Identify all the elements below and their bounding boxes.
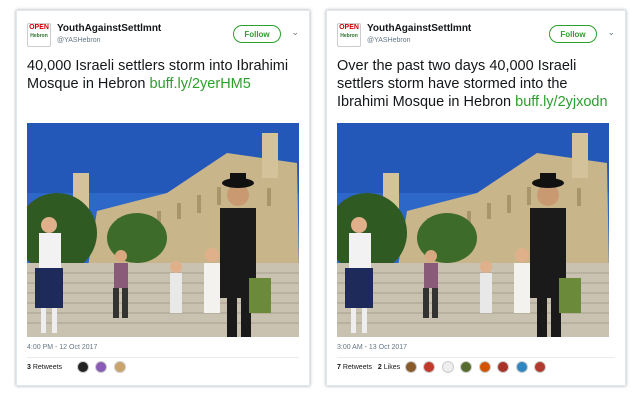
tweet-stats: 3 Retweets xyxy=(27,364,62,371)
tweet-text: Over the past two days 40,000 Israeli se… xyxy=(337,57,617,111)
avatar[interactable] xyxy=(515,361,528,373)
divider xyxy=(337,357,615,358)
tweet-header: OPEN Hebron YouthAgainstSettlmnt @YASHeb… xyxy=(337,19,617,53)
avatar[interactable] xyxy=(405,361,417,373)
retweeter-avatars xyxy=(77,361,128,375)
tweet-timestamp[interactable]: 4:00 PM - 12 Oct 2017 xyxy=(27,344,97,351)
account-handle[interactable]: @YASHebron xyxy=(367,37,411,44)
retweets-count[interactable]: 3 xyxy=(27,364,31,371)
avatar[interactable]: OPEN Hebron xyxy=(27,23,51,47)
chevron-down-icon[interactable]: ⌄ xyxy=(607,27,615,38)
chevron-down-icon[interactable]: ⌄ xyxy=(291,27,299,38)
avatar[interactable] xyxy=(95,361,108,373)
avatar[interactable] xyxy=(478,361,491,373)
tweet-photo[interactable] xyxy=(27,123,299,337)
retweets-label[interactable]: Retweets xyxy=(343,364,372,371)
avatar[interactable] xyxy=(113,361,126,373)
account-name[interactable]: YouthAgainstSettlmnt xyxy=(367,23,471,34)
avatar[interactable] xyxy=(497,361,510,373)
avatar-logo-subtext: Hebron xyxy=(30,33,48,39)
follow-button[interactable]: Follow xyxy=(549,25,597,43)
tweet-text: 40,000 Israeli settlers storm into Ibrah… xyxy=(27,57,301,93)
account-handle[interactable]: @YASHebron xyxy=(57,37,101,44)
avatar[interactable] xyxy=(77,361,89,373)
tweet-photo[interactable] xyxy=(337,123,609,337)
tweet-card: OPEN Hebron YouthAgainstSettlmnt @YASHeb… xyxy=(16,10,310,386)
tweet-card: OPEN Hebron YouthAgainstSettlmnt @YASHeb… xyxy=(326,10,626,386)
divider xyxy=(27,357,299,358)
avatar[interactable] xyxy=(423,361,436,373)
retweets-label[interactable]: Retweets xyxy=(33,364,62,371)
tweet-header: OPEN Hebron YouthAgainstSettlmnt @YASHeb… xyxy=(27,19,301,53)
avatar[interactable] xyxy=(534,361,547,373)
avatar[interactable]: OPEN Hebron xyxy=(337,23,361,47)
avatar[interactable] xyxy=(460,361,473,373)
tweet-timestamp[interactable]: 3:00 AM - 13 Oct 2017 xyxy=(337,344,407,351)
likes-count[interactable]: 2 xyxy=(378,364,382,371)
account-name[interactable]: YouthAgainstSettlmnt xyxy=(57,23,161,34)
follow-button[interactable]: Follow xyxy=(233,25,281,43)
tweet-link[interactable]: buff.ly/2yerHM5 xyxy=(150,76,251,92)
avatar-logo-text: OPEN xyxy=(29,24,49,31)
retweets-count[interactable]: 7 xyxy=(337,364,341,371)
tweet-stats: 7 Retweets 2 Likes xyxy=(337,364,400,371)
avatar[interactable] xyxy=(441,361,454,373)
tweet-link[interactable]: buff.ly/2yjxodn xyxy=(515,94,607,110)
retweeter-avatars xyxy=(405,361,548,375)
avatar-logo-subtext: Hebron xyxy=(340,33,358,39)
avatar-logo-text: OPEN xyxy=(339,24,359,31)
likes-label[interactable]: Likes xyxy=(384,364,400,371)
